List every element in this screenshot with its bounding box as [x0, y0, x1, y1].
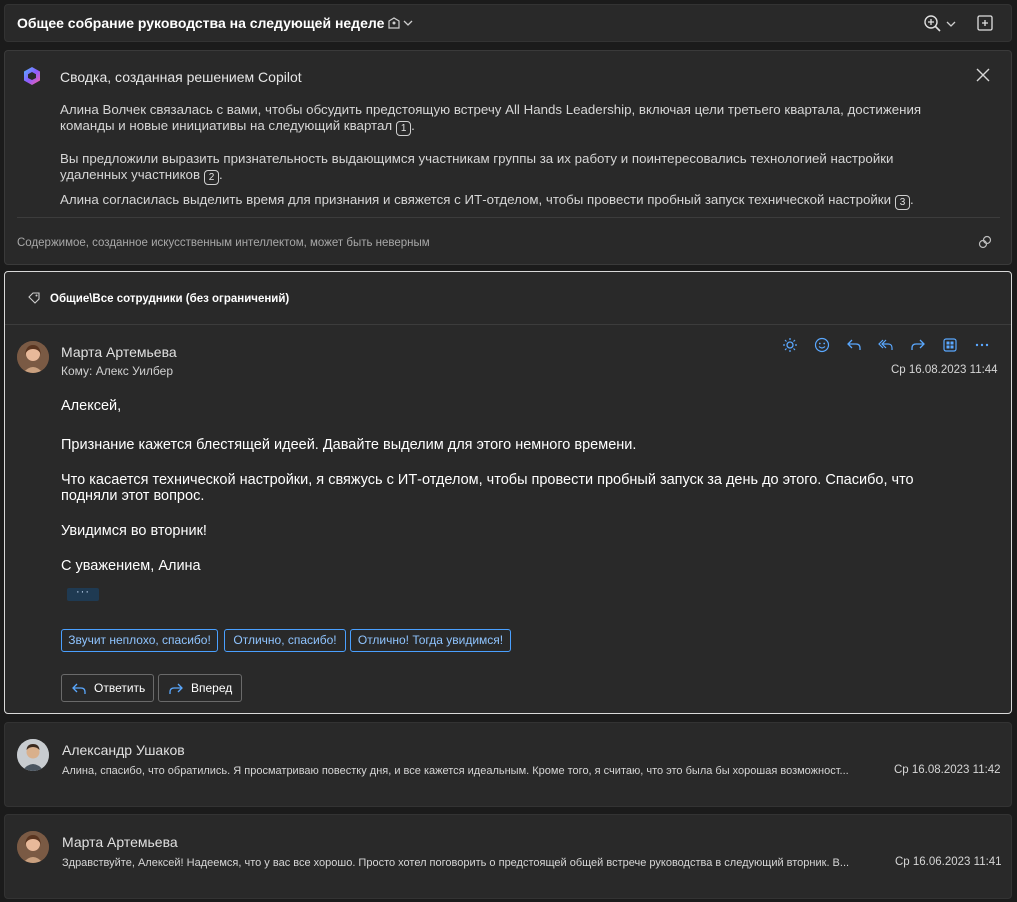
apps-icon[interactable] — [942, 337, 958, 353]
summary-paragraph: Алина согласилась выделить время для при… — [60, 192, 914, 210]
close-icon[interactable] — [976, 68, 990, 82]
sensitivity-label: Общие\Все сотрудники (без ограничений) — [50, 293, 290, 305]
message-date: Ср 16.08.2023 11:42 — [894, 764, 1001, 776]
forward-icon — [169, 683, 183, 694]
message-collapsed[interactable]: Александр Ушаков Алина, спасибо, что обр… — [4, 722, 1012, 807]
sender-name[interactable]: Марта Артемьева — [62, 834, 178, 850]
sender-name[interactable]: Александр Ушаков — [62, 742, 185, 758]
message-paragraph: подняли этот вопрос. — [61, 488, 205, 504]
message-paragraph: Что касается технической настройки, я св… — [61, 472, 914, 488]
ai-disclaimer: Содержимое, созданное искусственным инте… — [17, 237, 430, 249]
copilot-icon — [22, 66, 42, 86]
citation-ref[interactable]: 1 — [396, 121, 412, 136]
avatar[interactable] — [17, 341, 49, 373]
suggested-reply-button[interactable]: Отлично! Тогда увидимся! — [350, 629, 511, 652]
feedback-icon[interactable] — [977, 234, 993, 250]
more-actions-icon[interactable] — [974, 337, 990, 353]
tag-icon[interactable] — [386, 16, 402, 32]
message-date: Ср 16.06.2023 11:41 — [895, 856, 1002, 868]
reply-icon[interactable] — [846, 337, 862, 353]
conversation-header: Общее собрание руководства на следующей … — [4, 4, 1012, 42]
message-paragraph: Увидимся во вторник! — [61, 523, 207, 539]
summary-title: Сводка, созданная решением Copilot — [60, 69, 302, 85]
emoji-icon[interactable] — [814, 337, 830, 353]
message-date: Ср 16.08.2023 11:44 — [891, 364, 998, 376]
forward-button[interactable]: Вперед — [158, 674, 242, 702]
message-greeting: Алексей, — [61, 398, 122, 414]
open-in-new-window-icon[interactable] — [976, 14, 994, 32]
copilot-summary-card: Сводка, созданная решением Copilot Алина… — [4, 50, 1012, 265]
avatar[interactable] — [17, 739, 49, 771]
message-expanded: Общие\Все сотрудники (без ограничений) М… — [4, 271, 1012, 714]
message-collapsed[interactable]: Марта Артемьева Здравствуйте, Алексей! Н… — [4, 814, 1012, 899]
sender-name[interactable]: Марта Артемьева — [61, 344, 177, 360]
zoom-icon[interactable] — [923, 14, 943, 34]
forward-label: Вперед — [191, 681, 233, 695]
reply-button[interactable]: Ответить — [61, 674, 154, 702]
divider — [5, 324, 1011, 325]
zoom-chevron-down-icon[interactable] — [946, 19, 956, 29]
recipient-line: Кому: Алекс Уилбер — [61, 364, 173, 378]
reply-all-icon[interactable] — [878, 337, 894, 353]
divider — [17, 217, 1000, 218]
avatar[interactable] — [17, 831, 49, 863]
citation-ref[interactable]: 2 — [204, 170, 220, 185]
conversation-title: Общее собрание руководства на следующей … — [17, 15, 385, 31]
forward-icon[interactable] — [910, 337, 926, 353]
reply-icon — [72, 683, 86, 694]
message-paragraph: Признание кажется блестящей идеей. Давай… — [61, 437, 637, 453]
summarize-icon[interactable] — [782, 337, 798, 353]
message-preview: Здравствуйте, Алексей! Надеемся, что у в… — [62, 857, 850, 869]
message-preview: Алина, спасибо, что обратились. Я просма… — [62, 765, 849, 777]
sensitivity-label-icon — [27, 291, 41, 305]
show-quoted-text-button[interactable]: ··· — [67, 587, 99, 601]
chevron-down-icon[interactable] — [403, 18, 413, 28]
summary-paragraph: Вы предложили выразить признательность в… — [60, 151, 894, 185]
summary-paragraph: Алина Волчек связалась с вами, чтобы обс… — [60, 102, 922, 136]
reply-label: Ответить — [94, 681, 146, 695]
message-signoff: С уважением, Алина — [61, 558, 201, 574]
suggested-reply-button[interactable]: Звучит неплохо, спасибо! — [61, 629, 218, 652]
citation-ref[interactable]: 3 — [895, 195, 911, 210]
suggested-reply-button[interactable]: Отлично, спасибо! — [224, 629, 346, 652]
